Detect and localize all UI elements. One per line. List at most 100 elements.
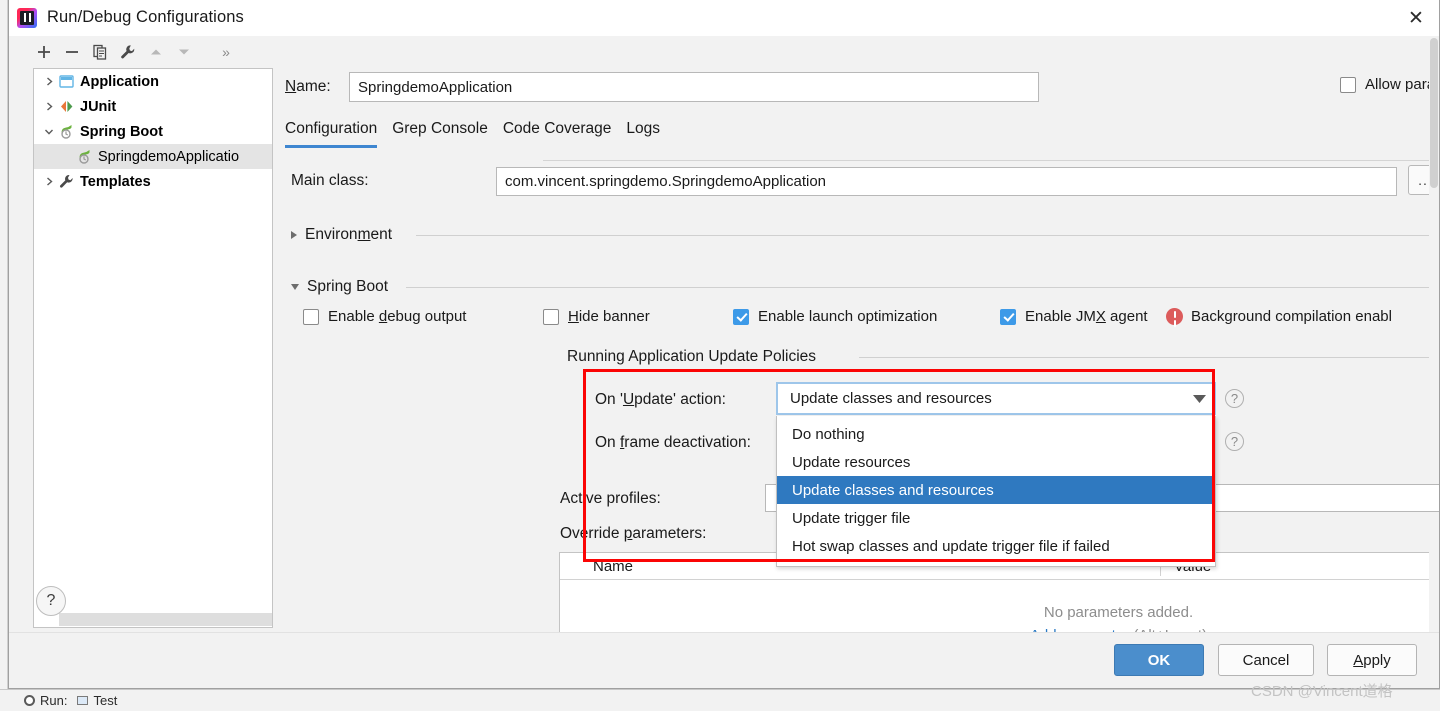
checkbox-box[interactable] xyxy=(733,308,749,325)
add-configuration-button[interactable] xyxy=(31,39,57,65)
tree-item-junit[interactable]: JUnit xyxy=(34,94,272,119)
help-button[interactable]: ? xyxy=(36,586,66,616)
environment-section-divider xyxy=(416,235,1439,236)
configuration-tabs: Configuration Grep Console Code Coverage… xyxy=(285,120,660,148)
enable-jmx-agent-checkbox[interactable]: Enable JMX agent xyxy=(1000,308,1148,325)
dropdown-option-update-classes-and-resources[interactable]: Update classes and resources xyxy=(777,476,1215,504)
chevron-down-icon[interactable] xyxy=(291,284,299,290)
tree-item-templates[interactable]: Templates xyxy=(34,169,272,194)
ide-tab-test-label: Test xyxy=(93,693,118,708)
wrench-icon[interactable] xyxy=(115,39,141,65)
on-update-action-dropdown-list[interactable]: Do nothing Update resources Update class… xyxy=(776,416,1216,567)
dropdown-option-hot-swap-classes[interactable]: Hot swap classes and update trigger file… xyxy=(777,532,1215,560)
tab-code-coverage[interactable]: Code Coverage xyxy=(503,120,612,148)
configurations-toolbar: » xyxy=(19,36,273,68)
chevron-right-icon[interactable] xyxy=(40,173,58,191)
background-compilation-warning-label: Background compilation enabl xyxy=(1191,308,1392,325)
tree-item-spring-boot[interactable]: Spring Boot xyxy=(34,119,272,144)
checkbox-box[interactable] xyxy=(1000,308,1016,325)
hide-banner-label: Hide banner xyxy=(568,308,650,325)
dropdown-option-update-trigger-file[interactable]: Update trigger file xyxy=(777,504,1215,532)
tab-configuration[interactable]: Configuration xyxy=(285,120,378,148)
on-frame-deactivation-help-icon[interactable]: ? xyxy=(1225,432,1244,451)
on-update-action-value: Update classes and resources xyxy=(790,390,992,407)
spring-boot-section-header[interactable]: Spring Boot xyxy=(291,278,388,296)
dialog-footer: OK Cancel Apply xyxy=(9,632,1439,688)
background-compilation-warning: Background compilation enabl xyxy=(1166,308,1392,325)
copy-configuration-button[interactable] xyxy=(87,39,113,65)
active-profiles-label: Active profiles: xyxy=(560,490,661,507)
error-circle-icon xyxy=(1166,308,1183,325)
spring-boot-icon xyxy=(76,148,93,165)
chevron-down-icon[interactable] xyxy=(40,123,58,141)
on-update-action-label: On 'Update' action: xyxy=(595,391,726,408)
spring-boot-options-row: Enable debug output Hide banner Enable l… xyxy=(291,308,1439,326)
spring-boot-section-divider xyxy=(406,287,1439,288)
test-icon xyxy=(77,696,89,705)
tab-grep-console[interactable]: Grep Console xyxy=(392,120,488,148)
chevron-down-icon[interactable] xyxy=(1184,394,1214,403)
tree-horizontal-scrollbar[interactable] xyxy=(59,613,272,626)
apply-button[interactable]: Apply xyxy=(1327,644,1417,676)
ok-button[interactable]: OK xyxy=(1114,644,1204,676)
remove-configuration-button[interactable] xyxy=(59,39,85,65)
tree-item-springdemoapplication[interactable]: SpringdemoApplicatio xyxy=(34,144,272,169)
hide-banner-checkbox[interactable]: Hide banner xyxy=(543,308,650,325)
checkbox-box[interactable] xyxy=(543,308,559,325)
tree-item-application[interactable]: Application xyxy=(34,69,272,94)
allow-parallel-run-checkbox[interactable]: Allow parallel run xyxy=(1340,76,1439,93)
update-policies-group-divider xyxy=(859,357,1439,358)
enable-launch-optimization-label: Enable launch optimization xyxy=(758,308,938,325)
environment-section-header[interactable]: Environment xyxy=(291,226,392,244)
enable-debug-output-checkbox[interactable]: Enable debug output xyxy=(303,308,466,325)
ide-tab-test[interactable]: Test xyxy=(77,693,117,708)
tab-logs[interactable]: Logs xyxy=(626,120,660,148)
on-update-action-combobox[interactable]: Update classes and resources xyxy=(776,382,1216,415)
dialog-titlebar: Run/Debug Configurations ✕ xyxy=(9,0,1439,36)
name-label: Name: xyxy=(285,78,331,95)
ide-bottom-toolwindow-tabs: Run: Test xyxy=(0,689,1440,711)
name-row: Name: xyxy=(285,72,1439,102)
arrow-up-icon[interactable] xyxy=(143,39,169,65)
main-class-input[interactable] xyxy=(496,166,1397,196)
allow-parallel-run-label: Allow parallel run xyxy=(1365,76,1439,93)
spring-boot-section-title: Spring Boot xyxy=(307,278,388,295)
on-update-action-help-icon[interactable]: ? xyxy=(1225,389,1244,408)
more-options-button[interactable]: » xyxy=(213,39,239,65)
checkbox-box[interactable] xyxy=(303,308,319,325)
run-icon xyxy=(24,695,35,706)
enable-launch-optimization-checkbox[interactable]: Enable launch optimization xyxy=(733,308,937,325)
dialog-title: Run/Debug Configurations xyxy=(47,8,244,26)
spring-boot-icon xyxy=(58,123,75,140)
run-debug-configurations-dialog: Run/Debug Configurations ✕ » Application… xyxy=(8,0,1440,689)
tree-item-label: JUnit xyxy=(80,98,117,115)
ide-tab-run[interactable]: Run: xyxy=(24,693,67,708)
enable-debug-output-label: Enable debug output xyxy=(328,308,467,325)
main-class-label: Main class: xyxy=(291,172,369,189)
scrollbar-thumb[interactable] xyxy=(1430,38,1438,188)
configuration-right-pane: Name: Allow parallel run Store as projec… xyxy=(273,36,1439,632)
dropdown-option-update-resources[interactable]: Update resources xyxy=(777,448,1215,476)
chevron-right-icon[interactable] xyxy=(40,98,58,116)
main-class-row: Main class: xyxy=(291,166,1439,196)
tabs-divider xyxy=(543,160,1439,161)
tree-item-label: Spring Boot xyxy=(80,123,163,140)
environment-section-title: Environment xyxy=(305,226,393,243)
cancel-button[interactable]: Cancel xyxy=(1218,644,1314,676)
chevron-right-icon[interactable] xyxy=(40,73,58,91)
dropdown-option-do-nothing[interactable]: Do nothing xyxy=(777,420,1215,448)
dialog-body: » Application JUnit Spring Boot Springde… xyxy=(9,36,1439,632)
tree-item-label: Application xyxy=(80,73,159,90)
configurations-tree[interactable]: Application JUnit Spring Boot Springdemo… xyxy=(33,68,273,628)
chevron-right-icon[interactable] xyxy=(291,231,297,239)
configurations-left-pane: » Application JUnit Spring Boot Springde… xyxy=(9,36,273,632)
checkbox-box[interactable] xyxy=(1340,76,1356,93)
close-icon[interactable]: ✕ xyxy=(1393,0,1439,36)
parameters-table-empty-state: No parameters added. Add parameter (Alt+… xyxy=(560,580,1439,632)
arrow-down-icon[interactable] xyxy=(171,39,197,65)
intellij-idea-logo-icon xyxy=(17,7,37,28)
name-input[interactable] xyxy=(349,72,1039,102)
update-policies-group-title: Running Application Update Policies xyxy=(567,348,817,365)
